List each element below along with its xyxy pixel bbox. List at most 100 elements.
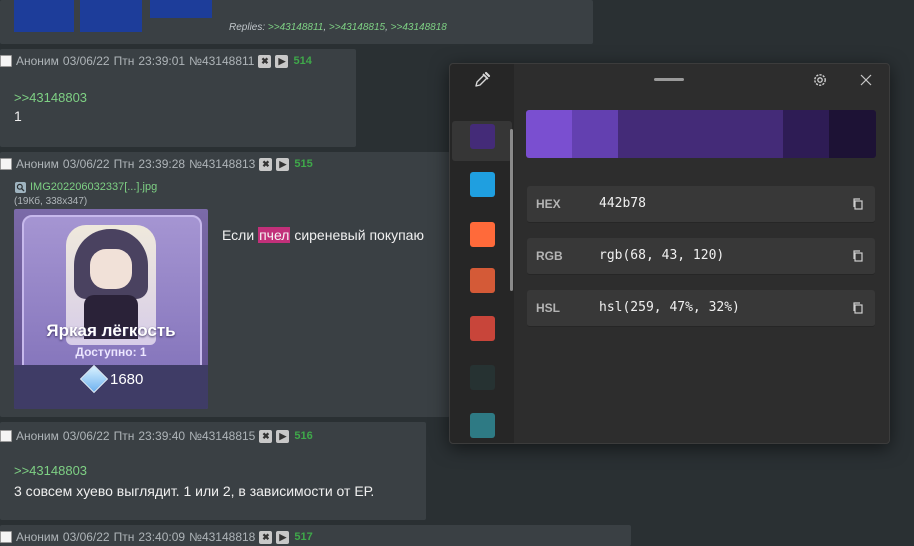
post-text: 1	[14, 108, 22, 124]
shade-segment[interactable]	[783, 110, 829, 158]
replies-label: Replies:	[229, 22, 266, 33]
rgb-label: RGB	[536, 249, 563, 263]
post-weekday: Птн	[113, 54, 135, 68]
hide-post-icon[interactable]: ✖	[258, 54, 272, 68]
color-swatch[interactable]	[470, 413, 495, 438]
rgb-row: RGB rgb(68, 43, 120)	[527, 238, 875, 275]
replies-line: Replies: >>43148811, >>43148815, >>43148…	[229, 22, 447, 33]
post-id-link[interactable]: №43148811	[189, 54, 254, 68]
post-time: 23:40:09	[138, 530, 186, 544]
shade-segment[interactable]	[526, 110, 572, 158]
play-icon[interactable]: ▶	[275, 54, 289, 68]
post-weekday: Птн	[113, 157, 135, 171]
post-number: 516	[294, 430, 313, 442]
color-swatch[interactable]	[470, 268, 495, 293]
post-author: Аноним	[16, 54, 59, 68]
post-thumbnail-2[interactable]	[80, 0, 142, 32]
hex-row: HEX 442b78	[527, 186, 875, 223]
hsl-value[interactable]: hsl(259, 47%, 32%)	[599, 300, 740, 315]
post-checkbox[interactable]	[0, 430, 12, 442]
character-face	[90, 249, 132, 289]
post-thumbnail-1[interactable]	[14, 0, 74, 32]
copy-icon[interactable]	[851, 249, 865, 263]
post-author: Аноним	[16, 429, 59, 443]
play-icon[interactable]: ▶	[276, 157, 290, 171]
hex-label: HEX	[536, 197, 561, 211]
post-header: Аноним 03/06/22 Птн 23:39:28 №43148813 ✖…	[0, 157, 313, 171]
reply-link[interactable]: >>43148803	[14, 463, 87, 478]
post-number: 517	[294, 531, 313, 543]
shade-segment-current[interactable]	[618, 110, 783, 158]
post-43148818: Аноним 03/06/22 Птн 23:40:09 №43148818 ✖…	[0, 525, 631, 546]
post-header: Аноним 03/06/22 Птн 23:40:09 №43148818 ✖…	[0, 530, 313, 544]
shade-segment[interactable]	[829, 110, 876, 158]
rgb-value[interactable]: rgb(68, 43, 120)	[599, 248, 724, 263]
color-swatch[interactable]	[470, 172, 495, 197]
post-checkbox[interactable]	[0, 158, 12, 170]
color-swatch[interactable]	[470, 124, 495, 149]
post-id-link[interactable]: №43148818	[189, 530, 255, 544]
post-header: Аноним 03/06/22 Птн 23:39:40 №43148815 ✖…	[0, 429, 313, 443]
post-text-after: сиреневый покупаю	[290, 227, 424, 243]
play-icon[interactable]: ▶	[276, 530, 290, 544]
reply-link[interactable]: >>43148815	[329, 22, 385, 33]
copy-icon[interactable]	[851, 301, 865, 315]
close-icon[interactable]	[859, 73, 873, 87]
post-author: Аноним	[16, 530, 59, 544]
post-time: 23:39:28	[138, 157, 186, 171]
hsl-label: HSL	[536, 301, 560, 315]
post-date: 03/06/22	[62, 157, 110, 171]
file-info: (19Кб, 338x347)	[14, 196, 88, 207]
image-search-icon[interactable]	[15, 181, 26, 193]
post-43148815: Аноним 03/06/22 Птн 23:39:40 №43148815 ✖…	[0, 422, 426, 520]
image-price: 1680	[110, 371, 144, 388]
reply-link[interactable]: >>43148803	[14, 90, 87, 105]
hex-value[interactable]: 442b78	[599, 196, 646, 211]
post-number: 515	[294, 158, 313, 170]
post-checkbox[interactable]	[0, 55, 12, 67]
shade-segment[interactable]	[572, 110, 618, 158]
copy-icon[interactable]	[851, 197, 865, 211]
swatch-scrollbar[interactable]	[510, 129, 513, 291]
reply-link[interactable]: >>43148818	[391, 22, 447, 33]
post-time: 23:39:40	[138, 429, 186, 443]
post-number: 514	[293, 55, 312, 67]
post-header: Аноним 03/06/22 Птн 23:39:01 №43148811 ✖…	[0, 54, 312, 68]
play-icon[interactable]: ▶	[276, 429, 290, 443]
post-date: 03/06/22	[62, 530, 110, 544]
post-checkbox[interactable]	[0, 531, 12, 543]
post-43148811: Аноним 03/06/22 Птн 23:39:01 №43148811 ✖…	[0, 49, 356, 147]
eyedropper-icon[interactable]	[473, 71, 491, 89]
drag-handle[interactable]	[654, 78, 684, 81]
file-link-row: IMG202206032337[...].jpg	[15, 181, 157, 193]
post-time: 23:39:01	[138, 54, 186, 68]
post-id-link[interactable]: №43148815	[189, 429, 255, 443]
post-author: Аноним	[16, 157, 59, 171]
post-date: 03/06/22	[62, 54, 110, 68]
highlighted-word: пчел	[258, 227, 291, 243]
file-name-link[interactable]: IMG202206032337[...].jpg	[30, 181, 157, 193]
post-weekday: Птн	[113, 530, 135, 544]
color-shades-bar	[526, 110, 876, 158]
color-swatch[interactable]	[470, 316, 495, 341]
post-id-link[interactable]: №43148813	[189, 157, 255, 171]
picker-sidebar	[450, 64, 514, 443]
hsl-row: HSL hsl(259, 47%, 32%)	[527, 290, 875, 327]
color-picker-window: HEX 442b78 RGB rgb(68, 43, 120) HSL hsl(…	[449, 63, 890, 444]
reply-link[interactable]: >>43148811	[268, 22, 323, 33]
post-image[interactable]: Яркая лёгкость Доступно: 1 1680	[14, 209, 208, 409]
color-swatch[interactable]	[470, 365, 495, 390]
post-date: 03/06/22	[62, 429, 110, 443]
post-text: Если пчел сиреневый покупаю	[222, 227, 424, 243]
top-post: Replies: >>43148811, >>43148815, >>43148…	[0, 0, 593, 44]
image-title: Яркая лёгкость	[46, 321, 176, 340]
hide-post-icon[interactable]: ✖	[259, 429, 273, 443]
hide-post-icon[interactable]: ✖	[259, 157, 273, 171]
image-subtitle: Доступно: 1	[75, 345, 147, 359]
post-thumbnail-3[interactable]	[150, 0, 212, 18]
post-weekday: Птн	[113, 429, 135, 443]
color-swatch[interactable]	[470, 222, 495, 247]
gear-icon[interactable]	[811, 71, 829, 89]
post-text: 3 совсем хуево выглядит. 1 или 2, в зави…	[14, 483, 375, 499]
hide-post-icon[interactable]: ✖	[259, 530, 273, 544]
